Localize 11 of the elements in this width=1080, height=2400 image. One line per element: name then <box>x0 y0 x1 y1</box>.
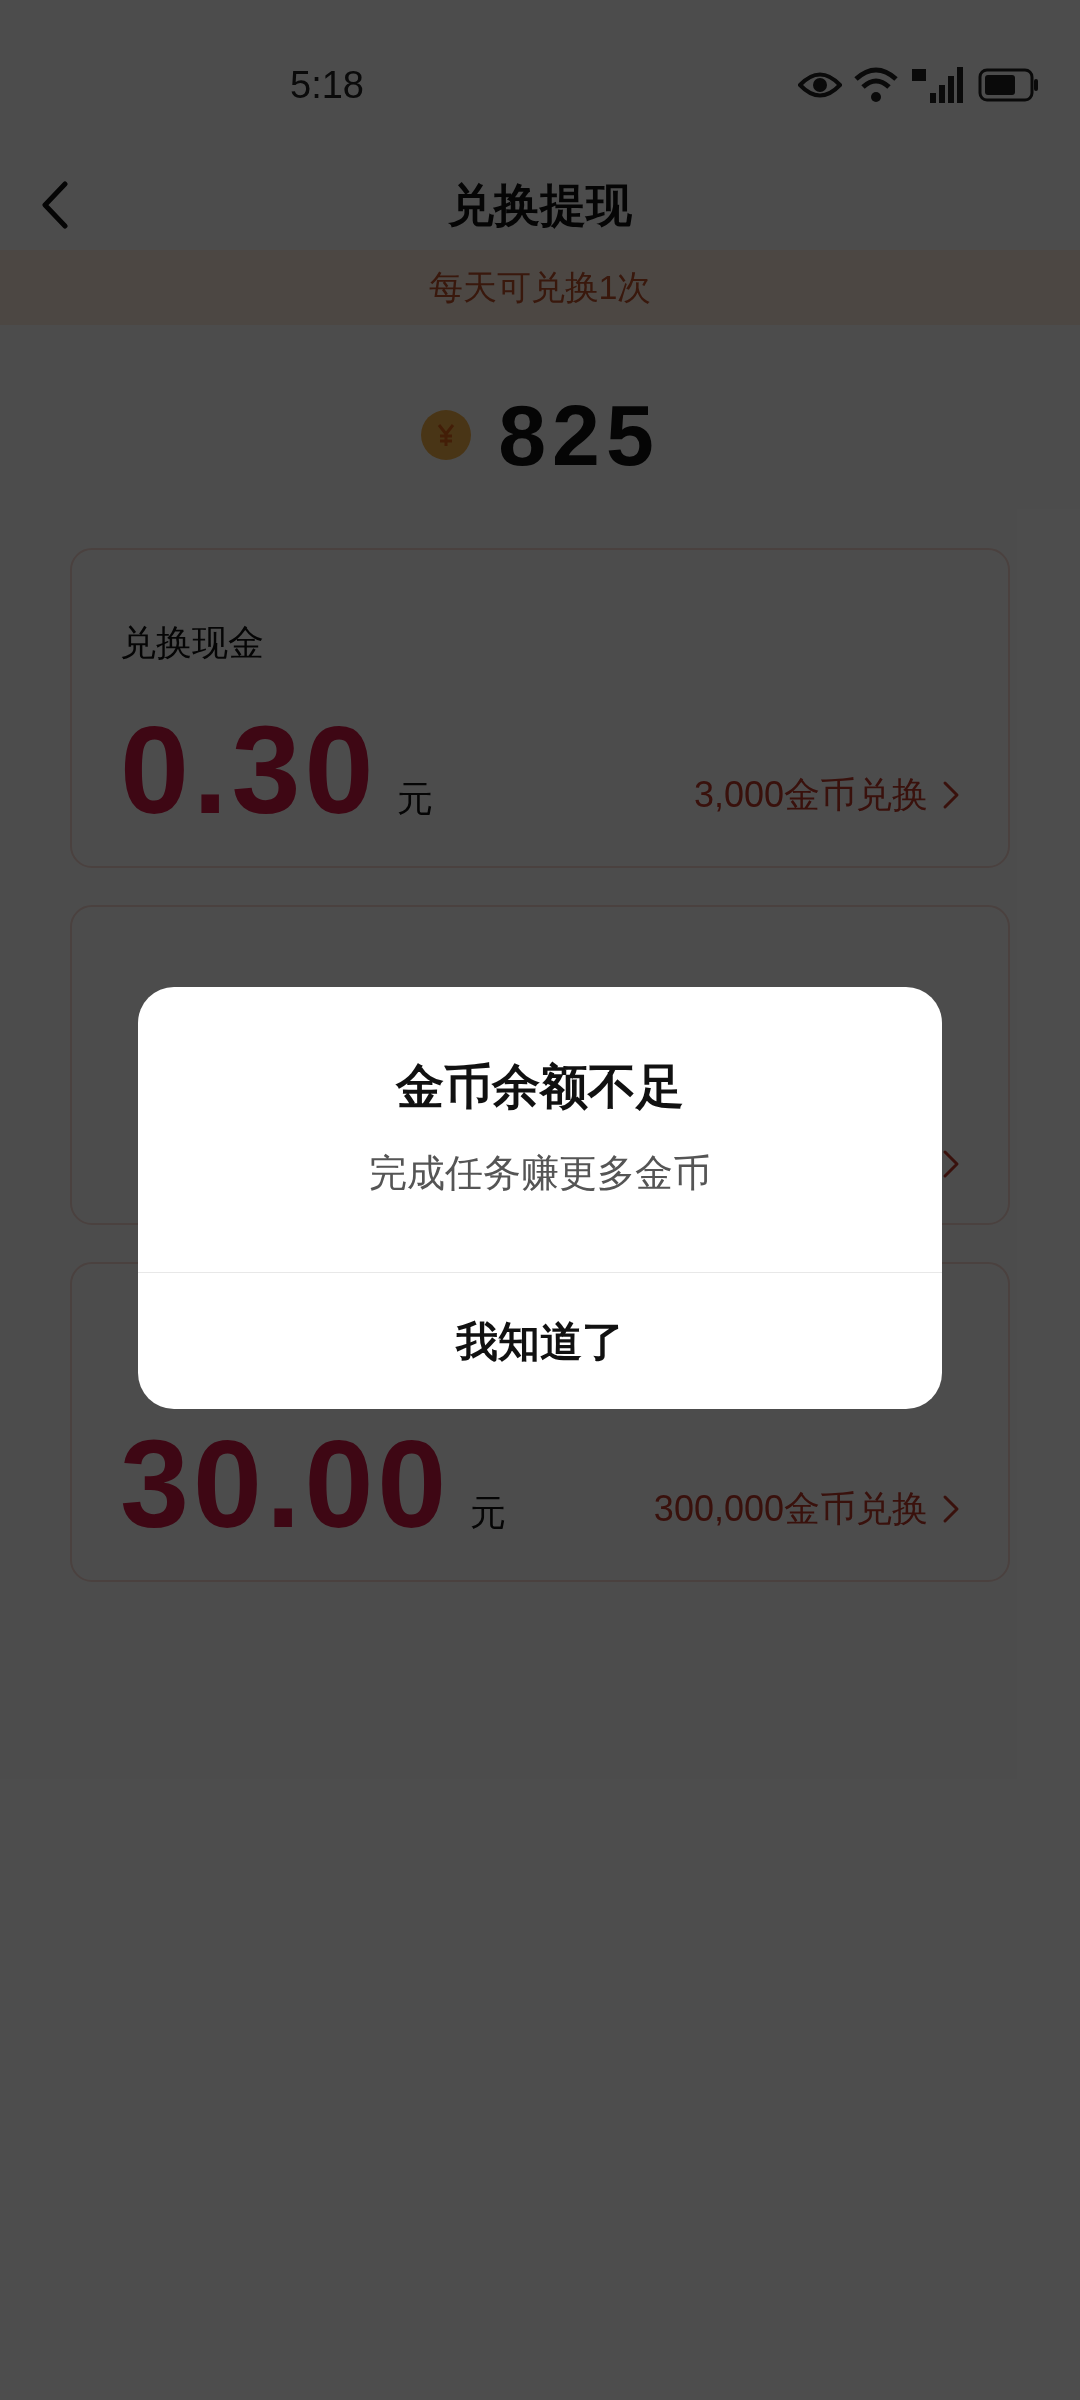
dialog-title: 金币余额不足 <box>396 1059 684 1115</box>
cash-amount: 0.30 <box>120 708 378 832</box>
dialog-message: 完成任务赚更多金币 <box>369 1151 711 1196</box>
page-title: 兑换提现 <box>448 177 632 233</box>
currency-unit: 元 <box>470 1491 507 1535</box>
cash-amount: 30.00 <box>120 1422 451 1546</box>
currency-unit: 元 <box>397 777 434 821</box>
coin-balance: 825 <box>498 385 660 485</box>
card-title: 兑换现金 <box>120 621 264 658</box>
status-time: 5:18 <box>290 62 364 108</box>
confirm-button[interactable]: 我知道了 <box>138 1273 942 1409</box>
